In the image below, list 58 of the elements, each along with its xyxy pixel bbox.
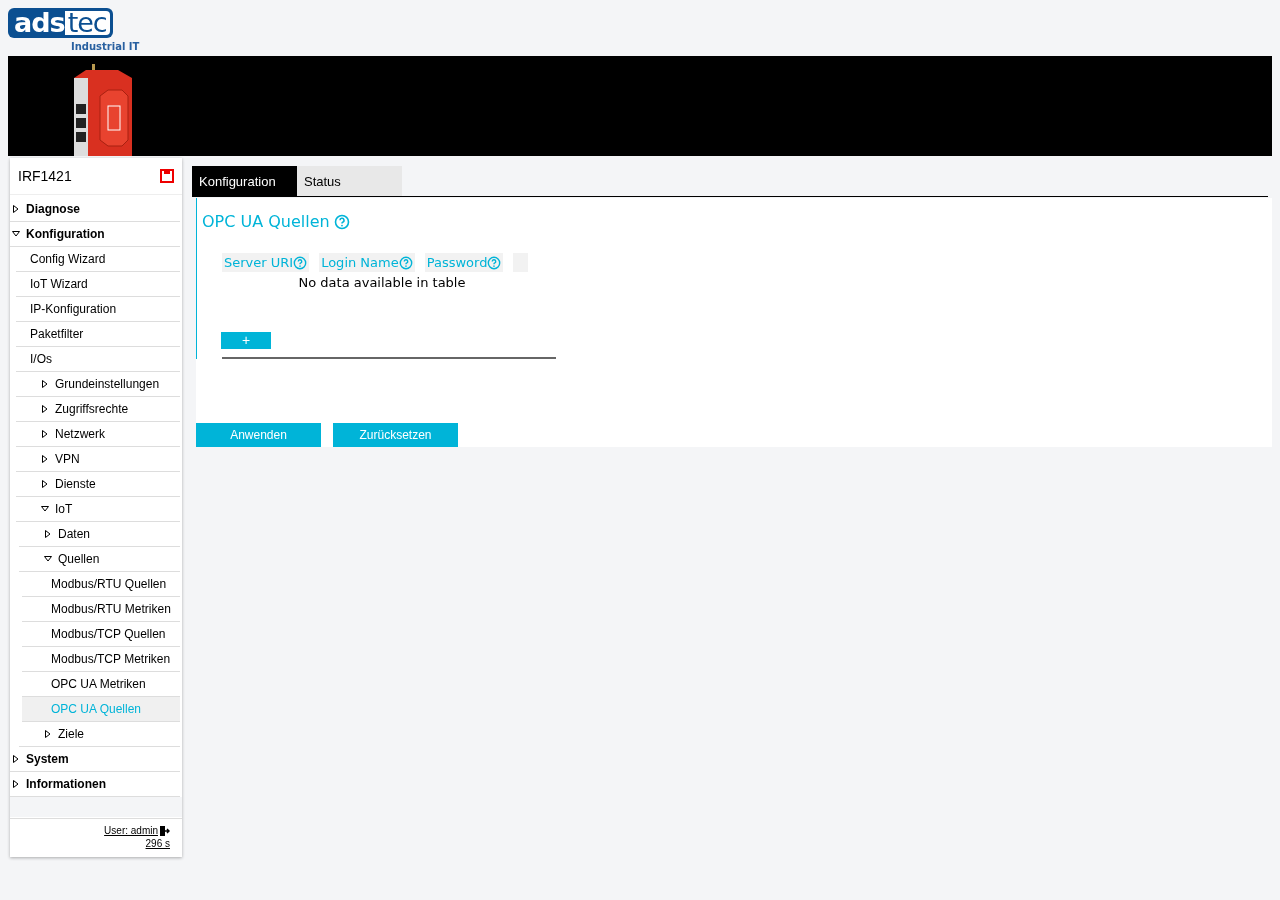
- sidebar-item-label: IP-Konfiguration: [30, 302, 117, 316]
- tree-folder[interactable]: IoT: [55, 502, 73, 516]
- logout-icon[interactable]: [160, 825, 170, 836]
- tree-folder[interactable]: VPN: [55, 452, 80, 466]
- sidebar-item-label: I/Os: [30, 352, 52, 366]
- tree-folder[interactable]: Zugriffsrechte: [55, 402, 129, 416]
- tree-folder[interactable]: Quellen: [58, 552, 100, 566]
- sidebar-item[interactable]: Modbus/TCP Metriken: [22, 647, 180, 672]
- section-title: OPC UA Quellen: [202, 212, 330, 231]
- sidebar-item[interactable]: Modbus/TCP Quellen: [22, 622, 180, 647]
- sidebar-item-label: IoT Wizard: [30, 277, 88, 291]
- sidebar-item-label: Paketfilter: [30, 327, 84, 341]
- tab[interactable]: Status: [297, 166, 402, 196]
- collapsed-triangle-icon[interactable]: [41, 455, 49, 463]
- expanded-triangle-icon[interactable]: [44, 555, 52, 563]
- sidebar-item-label: Config Wizard: [30, 252, 106, 266]
- collapsed-triangle-icon[interactable]: [44, 730, 52, 738]
- tree-folder[interactable]: Konfiguration: [26, 227, 105, 241]
- collapsed-triangle-icon[interactable]: [41, 405, 49, 413]
- sidebar-item-label: OPC UA Metriken: [51, 677, 146, 691]
- tree-folder[interactable]: Daten: [58, 527, 91, 541]
- tree-folder[interactable]: Ziele: [58, 727, 84, 741]
- sidebar-item[interactable]: IoT Wizard: [16, 272, 180, 297]
- collapsed-triangle-icon[interactable]: [12, 780, 20, 788]
- sidebar-item-label: Modbus/RTU Metriken: [51, 602, 171, 616]
- session-timer-link[interactable]: 296 s: [145, 838, 170, 849]
- collapsed-triangle-icon[interactable]: [12, 205, 20, 213]
- tree-folder[interactable]: System: [26, 752, 69, 766]
- tree-folder[interactable]: Dienste: [55, 477, 96, 491]
- save-icon[interactable]: [160, 169, 174, 183]
- sidebar-item-label: OPC UA Quellen: [51, 702, 142, 716]
- collapsed-triangle-icon[interactable]: [41, 480, 49, 488]
- collapsed-triangle-icon[interactable]: [41, 430, 49, 438]
- logo-text: ads: [14, 10, 65, 36]
- device-name: IRF1421: [18, 168, 72, 184]
- empty-table-message: No data available in table: [297, 275, 467, 290]
- sidebar-item[interactable]: Config Wizard: [16, 247, 180, 272]
- logo-tagline: Industrial IT: [71, 41, 140, 52]
- tab[interactable]: Konfiguration: [192, 166, 297, 196]
- tree-folder[interactable]: Grundeinstellungen: [55, 377, 160, 391]
- tree-folder[interactable]: Diagnose: [26, 202, 80, 216]
- user-link[interactable]: User: admin: [104, 825, 170, 836]
- sidebar-item[interactable]: Modbus/RTU Quellen: [22, 572, 180, 597]
- tree-folder[interactable]: Netzwerk: [55, 427, 105, 441]
- sidebar-item[interactable]: Modbus/RTU Metriken: [22, 597, 180, 622]
- expanded-triangle-icon[interactable]: [12, 230, 20, 238]
- sidebar-item-label: Modbus/TCP Quellen: [51, 627, 166, 641]
- expanded-triangle-icon[interactable]: [41, 505, 49, 513]
- collapsed-triangle-icon[interactable]: [44, 530, 52, 538]
- sidebar-item[interactable]: Paketfilter: [16, 322, 180, 347]
- tree-folder[interactable]: Informationen: [26, 777, 106, 791]
- logo-text: tec: [64, 11, 110, 35]
- sidebar-item-label: Modbus/RTU Quellen: [51, 577, 167, 591]
- sidebar-item[interactable]: I/Os: [16, 347, 180, 372]
- collapsed-triangle-icon[interactable]: [12, 755, 20, 763]
- sidebar-item-label: Modbus/TCP Metriken: [51, 652, 171, 666]
- sidebar-item[interactable]: IP-Konfiguration: [16, 297, 180, 322]
- collapsed-triangle-icon[interactable]: [41, 380, 49, 388]
